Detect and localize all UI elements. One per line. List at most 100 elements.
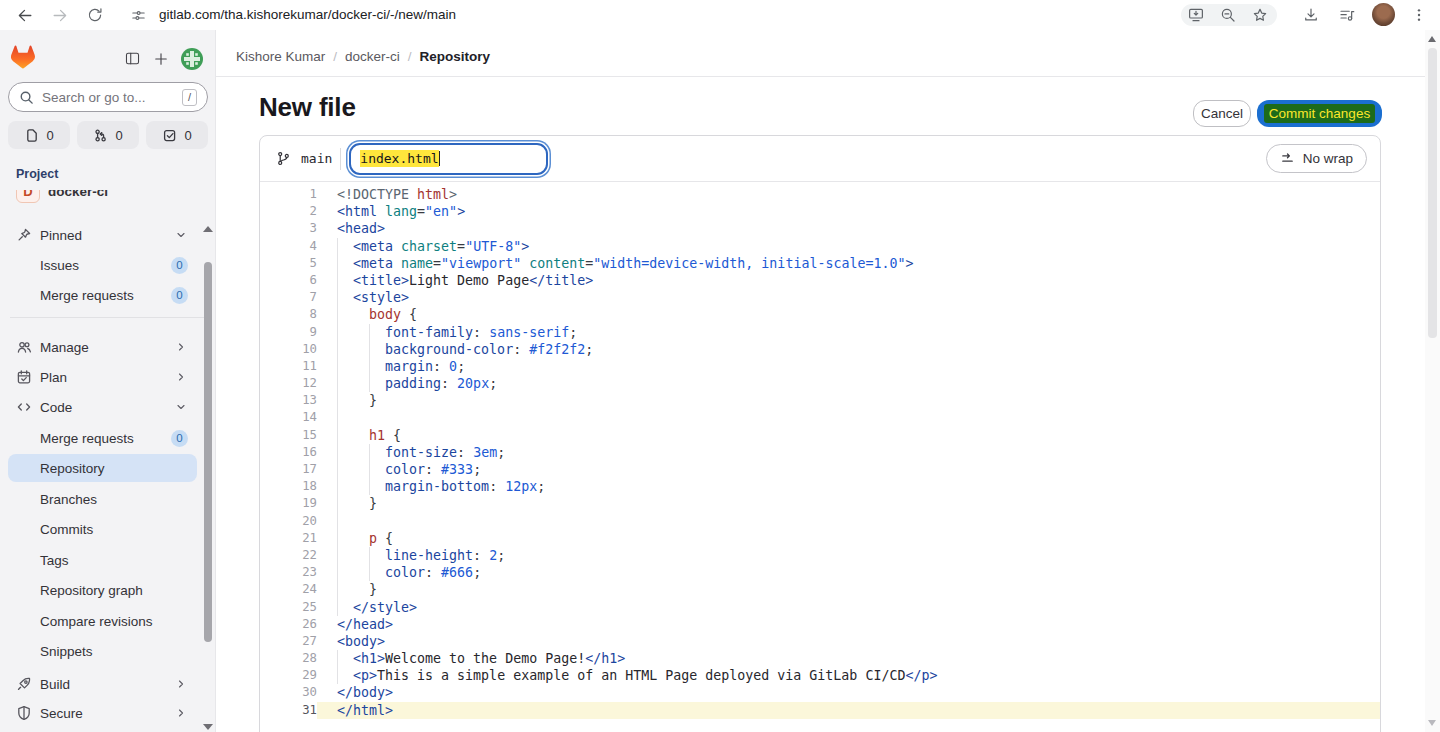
sidebar-item-plan[interactable]: Plan xyxy=(8,363,197,391)
sidebar-item-repository[interactable]: Repository xyxy=(8,454,197,482)
reload-icon[interactable] xyxy=(84,4,106,26)
sidebar-item-project[interactable]: D docker-ci xyxy=(8,190,197,206)
code-line[interactable]: 17 color: #333; xyxy=(260,461,1380,478)
line-number: 4 xyxy=(260,238,317,255)
sidebar-item-code[interactable]: Code xyxy=(8,393,197,421)
forward-icon[interactable] xyxy=(49,4,71,26)
sidebar-item-commits[interactable]: Commits xyxy=(8,515,197,543)
code-line[interactable]: 26</head> xyxy=(260,616,1380,633)
sidebar-item-merge-requests[interactable]: Merge requests0 xyxy=(8,424,197,452)
url-text[interactable]: gitlab.com/tha.kishorekumar/docker-ci/-/… xyxy=(159,7,456,22)
back-icon[interactable] xyxy=(13,4,35,26)
line-number: 17 xyxy=(260,461,317,478)
indent-guide xyxy=(337,341,338,358)
code-line[interactable]: 25 </style> xyxy=(260,599,1380,616)
code-line[interactable]: 28 <h1>Welcome to the Demo Page!</h1> xyxy=(260,650,1380,667)
branch-name[interactable]: main xyxy=(301,151,332,166)
sidebar-item-issues[interactable]: Issues0 xyxy=(8,251,197,279)
merge-requests-count-pill[interactable]: 0 xyxy=(77,121,139,149)
code-line[interactable]: 10 background-color: #f2f2f2; xyxy=(260,341,1380,358)
line-number: 16 xyxy=(260,444,317,461)
sidebar-item-pinned[interactable]: Pinned xyxy=(8,221,197,249)
cancel-button[interactable]: Cancel xyxy=(1193,100,1251,127)
search-input[interactable]: Search or go to... / xyxy=(8,82,208,112)
browser-profile-avatar[interactable] xyxy=(1372,3,1395,26)
sidebar-toggle-icon[interactable] xyxy=(124,50,141,67)
line-number: 10 xyxy=(260,341,317,358)
code-line[interactable]: 24 } xyxy=(260,581,1380,598)
sidebar-item-manage[interactable]: Manage xyxy=(8,333,197,361)
breadcrumb-item[interactable]: Kishore Kumar xyxy=(236,49,325,64)
code-line[interactable]: 31</html> xyxy=(260,702,1380,719)
code-editor[interactable]: 1<!DOCTYPE html>2<html lang="en">3<head>… xyxy=(260,182,1380,732)
sidebar-item-label: Merge requests xyxy=(40,288,134,303)
code-line[interactable]: 11 margin: 0; xyxy=(260,358,1380,375)
sidebar-item-secure[interactable]: Secure xyxy=(8,699,197,727)
user-identicon-avatar[interactable] xyxy=(180,47,204,71)
code-line[interactable]: 29 <p>This is a simple example of an HTM… xyxy=(260,667,1380,684)
code-line[interactable]: 3<head> xyxy=(260,220,1380,237)
code-line[interactable]: 5 <meta name="viewport" content="width=d… xyxy=(260,255,1380,272)
sidebar-item-snippets[interactable]: Snippets xyxy=(8,637,197,665)
sidebar-item-branches[interactable]: Branches xyxy=(8,485,197,513)
sidebar-scrollbar[interactable] xyxy=(202,196,214,732)
page-scroll-up-arrow[interactable] xyxy=(1428,36,1436,42)
code-line[interactable]: 18 margin-bottom: 12px; xyxy=(260,478,1380,495)
create-new-icon[interactable] xyxy=(152,50,170,68)
filename-input[interactable]: index.html xyxy=(349,143,548,175)
sidebar-item-label: Build xyxy=(40,677,70,692)
site-info-icon[interactable] xyxy=(127,4,149,26)
code-line[interactable]: 7 <style> xyxy=(260,289,1380,306)
scroll-up-arrow[interactable] xyxy=(203,226,213,232)
code-line[interactable]: 23 color: #666; xyxy=(260,564,1380,581)
sidebar-item-tags[interactable]: Tags xyxy=(8,546,197,574)
sidebar-item-merge-requests[interactable]: Merge requests0 xyxy=(8,281,197,309)
scroll-down-arrow[interactable] xyxy=(203,724,213,730)
code-line[interactable]: 22 line-height: 2; xyxy=(260,547,1380,564)
zoom-out-icon[interactable] xyxy=(1217,4,1239,26)
code-line[interactable]: 19 } xyxy=(260,495,1380,512)
sidebar-item-repository-graph[interactable]: Repository graph xyxy=(8,576,197,604)
code-line[interactable]: 1<!DOCTYPE html> xyxy=(260,186,1380,203)
media-list-icon[interactable] xyxy=(1336,4,1358,26)
browser-menu-icon[interactable] xyxy=(1408,4,1430,26)
sidebar-item-compare-revisions[interactable]: Compare revisions xyxy=(8,607,197,635)
code-line[interactable]: 14 xyxy=(260,409,1380,426)
code-line[interactable]: 9 font-family: sans-serif; xyxy=(260,324,1380,341)
text-caret xyxy=(439,151,441,166)
sidebar-item-label: Manage xyxy=(40,340,89,355)
code-line[interactable]: 21 p { xyxy=(260,530,1380,547)
code-line[interactable]: 27<body> xyxy=(260,633,1380,650)
code-line[interactable]: 15 h1 { xyxy=(260,427,1380,444)
line-number: 20 xyxy=(260,513,317,530)
breadcrumb-item[interactable]: Repository xyxy=(420,49,491,64)
search-placeholder: Search or go to... xyxy=(42,90,182,105)
sidebar-scrollbar-thumb[interactable] xyxy=(204,262,212,642)
issues-count-pill[interactable]: 0 xyxy=(8,121,70,149)
code-line[interactable]: 2<html lang="en"> xyxy=(260,203,1380,220)
breadcrumb-item[interactable]: docker-ci xyxy=(345,49,400,64)
commit-changes-button[interactable]: Commit changes xyxy=(1257,100,1382,127)
page-scroll-down-arrow[interactable] xyxy=(1428,720,1436,726)
no-wrap-button[interactable]: No wrap xyxy=(1266,144,1367,173)
page-scrollbar[interactable] xyxy=(1425,30,1440,732)
code-line[interactable]: 6 <title>Light Demo Page</title> xyxy=(260,272,1380,289)
main-content: Kishore Kumar/docker-ci/Repository New f… xyxy=(216,30,1440,732)
code-line[interactable]: 16 font-size: 3em; xyxy=(260,444,1380,461)
todos-count-pill[interactable]: 0 xyxy=(146,121,208,149)
code-line[interactable]: 4 <meta charset="UTF-8"> xyxy=(260,238,1380,255)
line-number: 19 xyxy=(260,495,317,512)
code-line[interactable]: 8 body { xyxy=(260,306,1380,323)
sidebar-item-label: Secure xyxy=(40,706,83,721)
sidebar-item-label: Issues xyxy=(40,258,79,273)
download-icon[interactable] xyxy=(1300,4,1322,26)
code-line[interactable]: 12 padding: 20px; xyxy=(260,375,1380,392)
code-line[interactable]: 13 } xyxy=(260,392,1380,409)
bookmark-star-icon[interactable] xyxy=(1249,4,1271,26)
sidebar-item-build[interactable]: Build xyxy=(8,670,197,698)
gitlab-logo-icon[interactable] xyxy=(11,45,36,69)
code-line[interactable]: 20 xyxy=(260,513,1380,530)
code-line[interactable]: 30</body> xyxy=(260,684,1380,701)
install-icon[interactable] xyxy=(1185,4,1207,26)
page-scrollbar-thumb[interactable] xyxy=(1428,48,1437,338)
